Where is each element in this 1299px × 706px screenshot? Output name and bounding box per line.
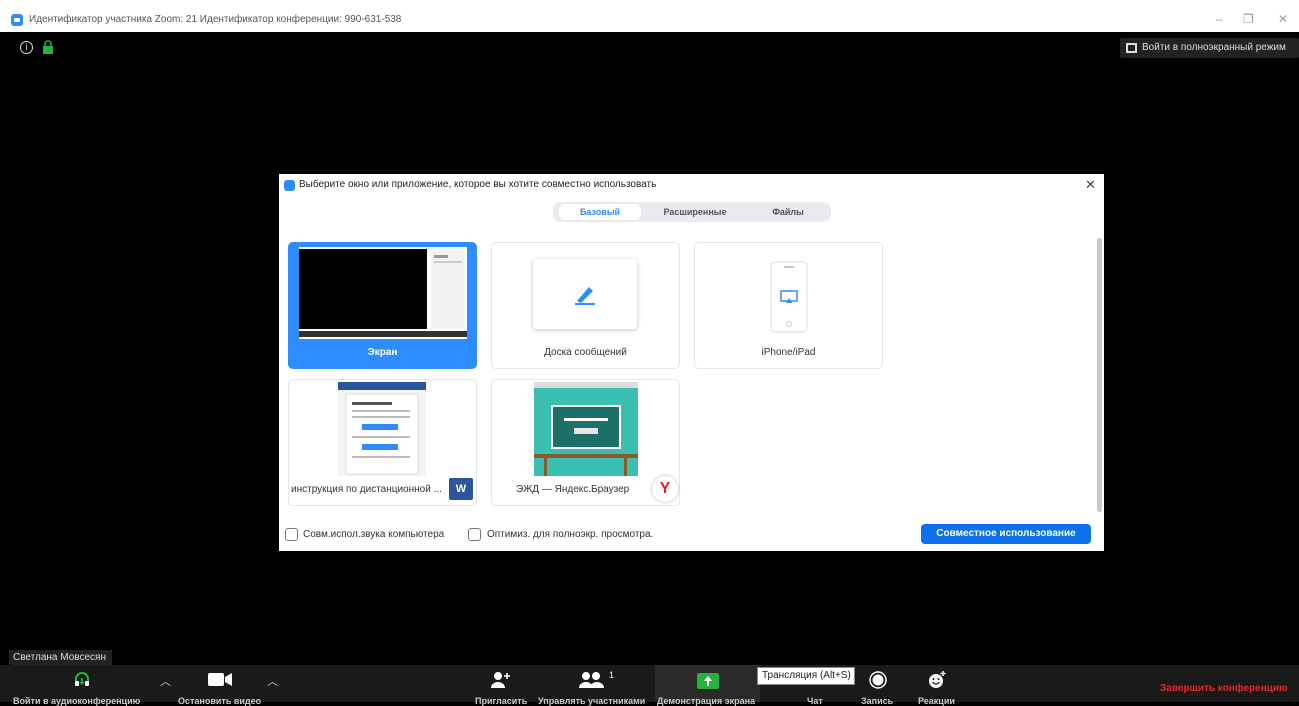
share-tabs: Базовый Расширенные Файлы xyxy=(553,202,831,222)
close-button[interactable]: ✕ xyxy=(1278,12,1288,26)
join-audio-button[interactable]: Войти в аудиоконференцию xyxy=(0,665,160,706)
end-meeting-button[interactable]: Завершить конференцию xyxy=(1160,683,1288,694)
record-icon xyxy=(869,671,887,689)
screen-thumbnail xyxy=(299,247,467,339)
dialog-scrollbar[interactable] xyxy=(1097,238,1102,512)
manage-participants-button[interactable]: 1 Управлять участниками xyxy=(538,665,652,706)
restore-button[interactable]: ❐ xyxy=(1243,12,1254,26)
tile-iphone-ipad[interactable]: iPhone/iPad xyxy=(694,242,883,369)
invite-label: Пригласить xyxy=(475,696,528,706)
share-screen-icon xyxy=(697,673,719,689)
info-icon[interactable]: i xyxy=(20,41,33,54)
zoom-logo-icon xyxy=(11,14,23,26)
headphones-icon xyxy=(75,672,89,686)
video-camera-icon xyxy=(208,673,232,686)
participant-name-tag: Светлана Мовсесян xyxy=(9,650,112,665)
meeting-toolbar: Войти в аудиоконференцию ︿ Остановить ви… xyxy=(0,665,1299,706)
optimize-video-label: Оптимиз. для полноэкр. просмотра. xyxy=(487,529,654,540)
share-audio-checkbox[interactable] xyxy=(285,528,298,541)
join-audio-label: Войти в аудиоконференцию xyxy=(13,696,141,706)
dialog-title: Выберите окно или приложение, которое вы… xyxy=(299,179,657,190)
tile-yandex-browser[interactable]: ЭЖД — Яндекс.Браузер Y xyxy=(491,379,680,506)
share-screen-button[interactable]: Демонстрация экрана xyxy=(655,665,760,706)
manage-participants-label: Управлять участниками xyxy=(538,696,646,706)
browser-thumbnail xyxy=(534,382,638,476)
window-title: Идентификатор участника Zoom: 21 Идентиф… xyxy=(29,14,402,25)
chat-label: Чат xyxy=(807,696,823,706)
whiteboard-card xyxy=(533,259,637,329)
share-button[interactable]: Совместное использование xyxy=(921,524,1091,544)
title-bar: Идентификатор участника Zoom: 21 Идентиф… xyxy=(0,0,1299,32)
fullscreen-icon xyxy=(1126,43,1137,53)
yandex-app-icon: Y xyxy=(652,476,678,502)
tile-label: Экран xyxy=(367,347,398,358)
lock-icon[interactable] xyxy=(42,40,54,54)
optimize-video-checkbox[interactable] xyxy=(468,528,481,541)
participants-count: 1 xyxy=(609,670,615,680)
word-document-thumbnail xyxy=(338,382,426,476)
tab-basic[interactable]: Базовый xyxy=(559,204,641,220)
record-button[interactable]: Запись xyxy=(850,665,905,706)
share-screen-dialog: Выберите окно или приложение, которое вы… xyxy=(279,174,1104,551)
tile-screen[interactable]: Экран xyxy=(288,242,477,369)
participants-icon xyxy=(579,672,604,688)
invite-button[interactable]: Пригласить xyxy=(475,665,530,706)
stop-video-label: Остановить видео xyxy=(178,696,262,706)
reactions-label: Реакции xyxy=(918,696,955,706)
record-label: Запись xyxy=(861,696,894,706)
video-options-chevron-up-icon[interactable]: ︿ xyxy=(267,673,278,689)
minimize-button[interactable]: – xyxy=(1216,12,1223,26)
tab-advanced[interactable]: Расширенные xyxy=(645,204,745,220)
audio-options-chevron-up-icon[interactable]: ︿ xyxy=(160,673,171,689)
pencil-icon xyxy=(575,287,595,305)
zoom-logo-icon xyxy=(284,180,295,191)
fullscreen-label: Войти в полноэкранный режим xyxy=(1142,42,1286,53)
tile-word-document[interactable]: инструкция по дистанционной ... W xyxy=(288,379,477,506)
tile-label: iPhone/iPad xyxy=(761,347,816,358)
word-app-icon: W xyxy=(449,478,473,500)
tab-files[interactable]: Файлы xyxy=(749,204,827,220)
fullscreen-button[interactable]: Войти в полноэкранный режим xyxy=(1120,38,1299,58)
reactions-button[interactable]: Реакции xyxy=(910,665,965,706)
stop-video-button[interactable]: Остановить видео xyxy=(175,665,270,706)
phone-icon xyxy=(770,261,808,333)
share-audio-label: Совм.испол.звука компьютера xyxy=(303,529,445,540)
add-user-icon xyxy=(491,672,510,688)
share-screen-label: Демонстрация экрана xyxy=(657,696,756,706)
broadcast-tooltip: Трансляция (Alt+S) xyxy=(757,667,855,685)
tile-label: Доска сообщений xyxy=(544,347,627,358)
smiley-icon xyxy=(929,671,946,688)
dialog-close-button[interactable]: ✕ xyxy=(1085,177,1096,193)
tile-whiteboard[interactable]: Доска сообщений xyxy=(491,242,680,369)
